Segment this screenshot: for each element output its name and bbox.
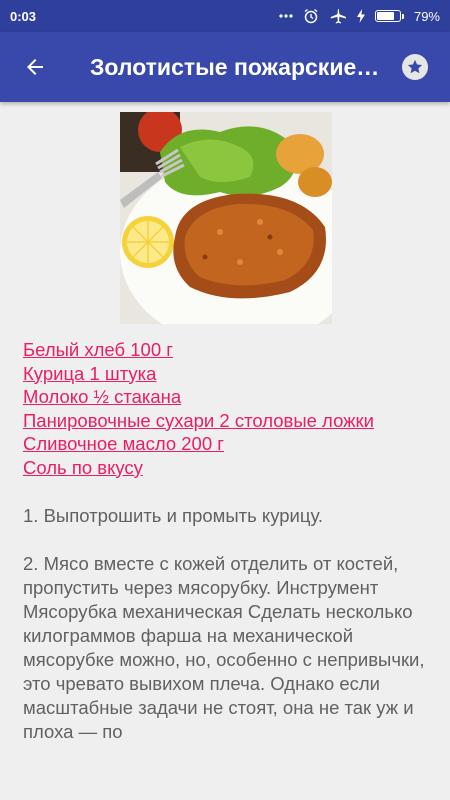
- favorite-circle: [402, 54, 428, 80]
- app-bar: Золотистые пожарские котлеты: [0, 32, 450, 102]
- charging-icon: [356, 9, 365, 23]
- status-time: 0:03: [10, 8, 37, 24]
- ingredient-link[interactable]: Сливочное масло 200 г: [23, 432, 433, 456]
- arrow-left-icon: [27, 59, 43, 75]
- ingredient-link[interactable]: Молоко ½ стакана: [23, 385, 433, 409]
- ingredient-link[interactable]: Белый хлеб 100 г: [23, 338, 433, 362]
- ingredient-link[interactable]: Соль по вкусу: [23, 456, 433, 480]
- recipe-steps: 1. Выпотрошить и промыть курицу. 2. Мясо…: [23, 504, 437, 768]
- status-bar: 0:03 79%: [0, 0, 450, 32]
- status-icons: 79%: [279, 8, 440, 24]
- recipe-content: Белый хлеб 100 г Курица 1 штука Молоко ½…: [0, 102, 450, 800]
- page-title: Золотистые пожарские котлеты: [90, 53, 380, 80]
- back-button[interactable]: [0, 32, 70, 102]
- ingredient-link[interactable]: Курица 1 штука: [23, 362, 433, 386]
- ingredient-link[interactable]: Панировочные сухари 2 столовые ложки: [23, 409, 433, 433]
- dots-icon: [279, 14, 293, 18]
- favorite-button[interactable]: [380, 32, 450, 102]
- recipe-step: 1. Выпотрошить и промыть курицу.: [23, 505, 324, 526]
- ingredient-list: Белый хлеб 100 г Курица 1 штука Молоко ½…: [23, 338, 433, 479]
- airplane-mode-icon: [330, 9, 346, 24]
- battery-icon: [374, 10, 404, 22]
- recipe-step: 2. Мясо вместе с кожей отделить от косте…: [23, 553, 425, 742]
- alarm-icon: [304, 8, 318, 24]
- star-icon: [407, 59, 423, 74]
- recipe-photo: [120, 112, 332, 324]
- battery-percent: 79%: [413, 8, 440, 24]
